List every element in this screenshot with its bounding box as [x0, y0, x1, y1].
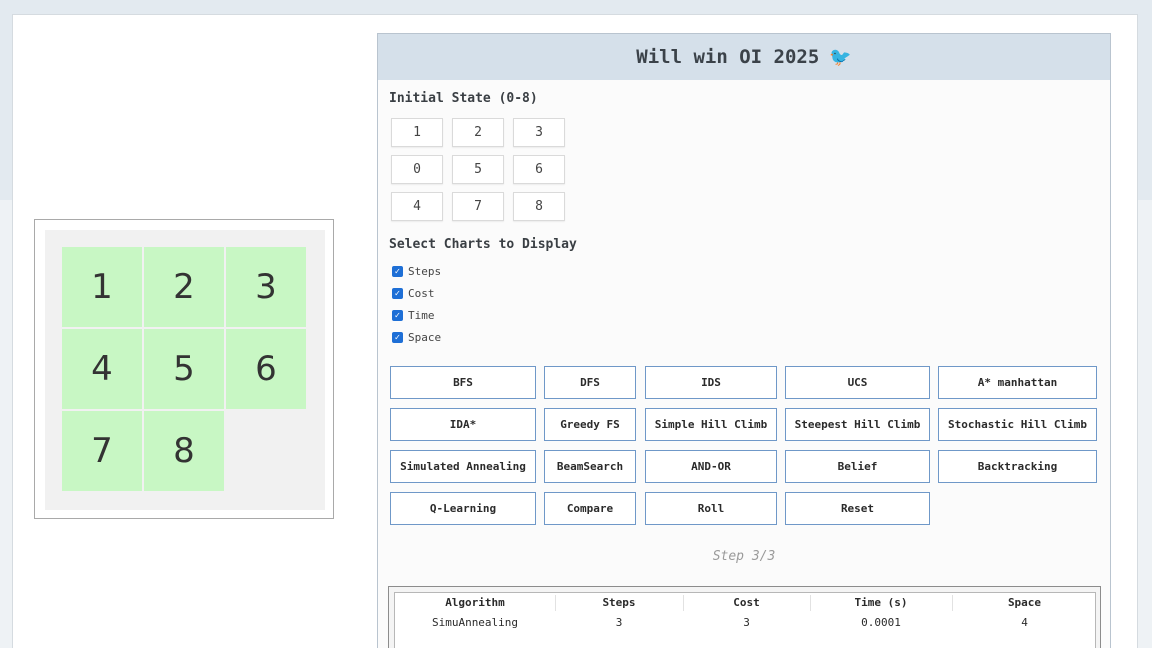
stochastic-hill-climb-button[interactable]: Stochastic Hill Climb: [938, 408, 1097, 441]
ucs-button[interactable]: UCS: [785, 366, 930, 399]
q-learning-button[interactable]: Q-Learning: [390, 492, 536, 525]
table-header-cell: Space: [1007, 596, 1042, 609]
page-title: Will win OI 2025: [636, 46, 820, 68]
simulated-annealing-button[interactable]: Simulated Annealing: [390, 450, 536, 483]
puzzle-tile-5: 5: [144, 329, 224, 409]
control-panel: Will win OI 2025 🐦 Initial State (0-8) 1…: [377, 33, 1111, 648]
puzzle-tile-8: 8: [144, 411, 224, 491]
table-header-cell: Time (s): [854, 596, 908, 609]
a-manhattan-button[interactable]: A* manhattan: [938, 366, 1097, 399]
state-cell-input[interactable]: 8: [513, 192, 565, 221]
roll-button[interactable]: Roll: [645, 492, 777, 525]
state-cell-input[interactable]: 2: [452, 118, 504, 147]
initial-state-label: Initial State (0-8): [389, 91, 538, 106]
puzzle-tile-2: 2: [144, 247, 224, 327]
table-cell: SimuAnnealing: [431, 616, 519, 629]
state-cell-input[interactable]: 3: [513, 118, 565, 147]
table-cell: 3: [743, 616, 750, 629]
belief-button[interactable]: Belief: [785, 450, 930, 483]
chart-option-steps[interactable]: ✓ Steps: [392, 265, 441, 278]
and-or-button[interactable]: AND-OR: [645, 450, 777, 483]
puzzle-board: 123 456 78: [45, 230, 325, 510]
table-header-cell: Steps: [602, 596, 636, 609]
state-cell-input[interactable]: 6: [513, 155, 565, 184]
state-cell-input[interactable]: 0: [391, 155, 443, 184]
chart-option-space[interactable]: ✓ Space: [392, 331, 441, 344]
column-divider: [952, 595, 953, 611]
beamsearch-button[interactable]: BeamSearch: [544, 450, 636, 483]
chart-option-label: Cost: [408, 287, 435, 300]
table-cell: 3: [615, 616, 623, 629]
dfs-button[interactable]: DFS: [544, 366, 636, 399]
puzzle-tile-3: 3: [226, 247, 306, 327]
puzzle-tile-1: 1: [62, 247, 142, 327]
panel-header: Will win OI 2025 🐦: [378, 34, 1110, 80]
state-cell-input[interactable]: 4: [391, 192, 443, 221]
puzzle-tile-4: 4: [62, 329, 142, 409]
puzzle-tile-7: 7: [62, 411, 142, 491]
results-table-frame: Algorithm Steps Cost Time (s) Space SimuAnnea…: [388, 586, 1101, 648]
state-cell-input[interactable]: 5: [452, 155, 504, 184]
state-cell-input[interactable]: 7: [452, 192, 504, 221]
ida-button[interactable]: IDA*: [390, 408, 536, 441]
step-indicator: Step 3/3: [712, 549, 776, 564]
chart-option-label: Space: [408, 331, 442, 344]
reset-button[interactable]: Reset: [785, 492, 930, 525]
chart-option-time[interactable]: ✓ Time: [392, 309, 435, 322]
greedy-fs-button[interactable]: Greedy FS: [544, 408, 636, 441]
compare-button[interactable]: Compare: [544, 492, 636, 525]
simple-hill-climb-button[interactable]: Simple Hill Climb: [645, 408, 777, 441]
bfs-button[interactable]: BFS: [390, 366, 536, 399]
column-divider: [683, 595, 684, 611]
ids-button[interactable]: IDS: [645, 366, 777, 399]
puzzle-tile-6: 6: [226, 329, 306, 409]
checkbox-checked-icon[interactable]: ✓: [392, 310, 403, 321]
bird-icon: 🐦: [829, 46, 852, 68]
checkbox-checked-icon[interactable]: ✓: [392, 332, 403, 343]
column-divider: [810, 595, 811, 611]
backtracking-button[interactable]: Backtracking: [938, 450, 1097, 483]
column-divider: [555, 595, 556, 611]
table-cell: 4: [1021, 616, 1028, 629]
charts-label: Select Charts to Display: [389, 237, 577, 252]
chart-option-label: Time: [408, 309, 435, 322]
puzzle-board-frame: 123 456 78: [34, 219, 334, 519]
chart-option-cost[interactable]: ✓ Cost: [392, 287, 435, 300]
steepest-hill-climb-button[interactable]: Steepest Hill Climb: [785, 408, 930, 441]
checkbox-checked-icon[interactable]: ✓: [392, 288, 403, 299]
table-cell: 0.0001: [861, 616, 901, 629]
table-header-cell: Algorithm: [445, 596, 505, 609]
checkbox-checked-icon[interactable]: ✓: [392, 266, 403, 277]
chart-option-label: Steps: [408, 265, 442, 278]
table-header-cell: Cost: [733, 596, 760, 609]
results-table: Algorithm Steps Cost Time (s) Space SimuAnnea…: [394, 592, 1096, 648]
state-cell-input[interactable]: 1: [391, 118, 443, 147]
